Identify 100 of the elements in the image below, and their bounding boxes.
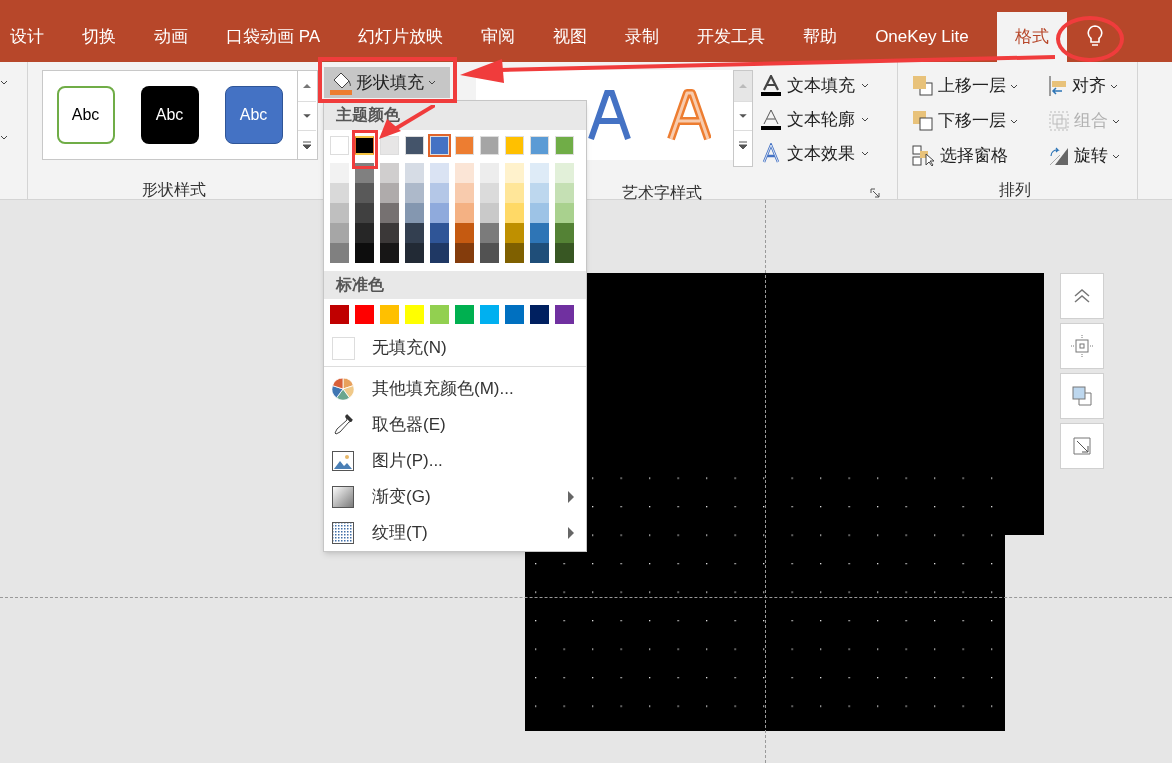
- menu-section-header: 主题颜色: [324, 101, 586, 130]
- color-swatch[interactable]: [330, 135, 349, 155]
- color-wheel-icon: [332, 378, 354, 400]
- color-swatch[interactable]: [555, 135, 574, 155]
- selection-pane-icon: [912, 145, 936, 167]
- paint-bucket-icon: [330, 70, 352, 95]
- dialog-launcher-icon[interactable]: [870, 188, 880, 198]
- caret-icon: [1010, 118, 1018, 124]
- ribbon-tab[interactable]: 格式: [996, 12, 1067, 62]
- no-fill-swatch: [332, 336, 355, 360]
- layers-icon[interactable]: [1060, 373, 1104, 419]
- text-fill-icon: [761, 74, 781, 97]
- ribbon-tab[interactable]: 帮助: [803, 12, 838, 62]
- text-format-button[interactable]: 文本填充: [761, 72, 869, 99]
- caret-icon: [861, 83, 869, 88]
- ribbon-tab[interactable]: 切换: [82, 12, 116, 62]
- color-swatch[interactable]: [380, 135, 399, 155]
- submenu-arrow-icon: [568, 527, 574, 539]
- color-swatch[interactable]: [405, 162, 424, 183]
- ribbon-tab[interactable]: 开发工具: [697, 12, 766, 62]
- picture-icon: [332, 451, 354, 471]
- menu-section-header: 标准色: [324, 270, 586, 299]
- caret-icon: [861, 117, 869, 122]
- ribbon-tab[interactable]: 口袋动画 PA: [226, 12, 321, 62]
- shape-fill-button[interactable]: 形状填充: [324, 67, 450, 98]
- wordart-style-item[interactable]: [587, 89, 631, 141]
- caret-icon: [1112, 118, 1120, 124]
- highlight-box: [352, 130, 378, 169]
- resize-icon[interactable]: [1060, 423, 1104, 469]
- menu-item[interactable]: 纹理(T): [324, 515, 586, 551]
- color-swatch[interactable]: [380, 162, 399, 183]
- wordart-style-item[interactable]: [667, 89, 711, 141]
- ribbon-tab[interactable]: 视图: [553, 12, 588, 62]
- caret-icon: [0, 80, 8, 85]
- menu-item[interactable]: 渐变(G): [324, 479, 586, 515]
- bring-forward-icon: [912, 75, 934, 97]
- color-swatch[interactable]: [455, 305, 474, 324]
- gradient-icon: [332, 486, 354, 508]
- lightbulb-icon[interactable]: [1086, 25, 1103, 49]
- align-icon: [1048, 75, 1068, 97]
- arrange-button[interactable]: 下移一层: [912, 107, 1048, 135]
- arrange-button[interactable]: 选择窗格: [912, 142, 1048, 170]
- color-swatch[interactable]: [330, 162, 349, 183]
- color-swatch[interactable]: [405, 305, 424, 324]
- caret-icon: [428, 80, 436, 85]
- caret-icon: [1010, 83, 1018, 89]
- color-swatch[interactable]: [430, 305, 449, 324]
- color-swatch[interactable]: [330, 305, 349, 324]
- ribbon-tab[interactable]: 设计: [10, 12, 44, 62]
- color-swatch[interactable]: [530, 162, 549, 183]
- ribbon-tab[interactable]: 幻灯片放映: [358, 12, 444, 62]
- menu-item[interactable]: 取色器(E): [324, 407, 586, 443]
- color-swatch[interactable]: [355, 305, 374, 324]
- color-swatch[interactable]: [480, 135, 499, 155]
- rotate-icon: [1048, 146, 1070, 166]
- color-swatch[interactable]: [480, 305, 499, 324]
- slide-shape[interactable]: [525, 273, 1045, 732]
- highlight-ellipse: [1056, 16, 1124, 62]
- menu-item[interactable]: 其他填充颜色(M)...: [324, 371, 586, 407]
- send-backward-icon: [912, 110, 934, 132]
- color-swatch[interactable]: [480, 162, 499, 183]
- color-swatch[interactable]: [530, 305, 549, 324]
- color-swatch[interactable]: [430, 135, 449, 155]
- menu-item[interactable]: 图片(P)...: [324, 443, 586, 479]
- ribbon-tab[interactable]: 录制: [625, 12, 660, 62]
- text-format-button[interactable]: 文本效果: [761, 140, 869, 167]
- texture-icon: [332, 522, 354, 544]
- color-swatch[interactable]: [530, 135, 549, 155]
- submenu-arrow-icon: [568, 491, 574, 503]
- ribbon-tab[interactable]: OneKey Lite: [875, 12, 969, 62]
- color-swatch[interactable]: [555, 162, 574, 183]
- scroll-down-icon[interactable]: [734, 101, 752, 131]
- color-swatch[interactable]: [430, 162, 449, 183]
- shape-style-item[interactable]: Abc: [224, 86, 283, 144]
- arrange-button[interactable]: 上移一层: [912, 72, 1048, 100]
- text-outline-icon: [761, 108, 781, 131]
- caret-icon: [1112, 153, 1120, 159]
- color-swatch[interactable]: [505, 162, 524, 183]
- ribbon-tab[interactable]: 审阅: [481, 12, 516, 62]
- text-format-button[interactable]: 文本轮廓: [761, 106, 869, 133]
- arrange-button[interactable]: 对齐: [1048, 72, 1148, 100]
- caret-icon: [861, 151, 869, 156]
- color-swatch[interactable]: [505, 135, 524, 155]
- ribbon-tab[interactable]: 动画: [154, 12, 188, 62]
- color-swatch[interactable]: [405, 135, 424, 155]
- color-swatch[interactable]: [355, 135, 374, 155]
- menu-item[interactable]: 无填充(N): [324, 330, 586, 366]
- color-swatch[interactable]: [455, 135, 474, 155]
- arrange-button[interactable]: 旋转: [1048, 142, 1148, 170]
- color-swatch[interactable]: [380, 305, 399, 324]
- color-swatch[interactable]: [455, 162, 474, 183]
- color-swatch[interactable]: [555, 305, 574, 324]
- collapse-icon[interactable]: [1060, 273, 1104, 319]
- shape-style-item[interactable]: Abc: [56, 86, 115, 144]
- group-label: 排列: [998, 180, 1031, 200]
- shape-style-item[interactable]: Abc: [140, 86, 199, 144]
- align-center-icon[interactable]: [1060, 323, 1104, 369]
- color-swatch[interactable]: [505, 305, 524, 324]
- text-effect-icon: [761, 142, 781, 165]
- group-icon: [1048, 110, 1070, 132]
